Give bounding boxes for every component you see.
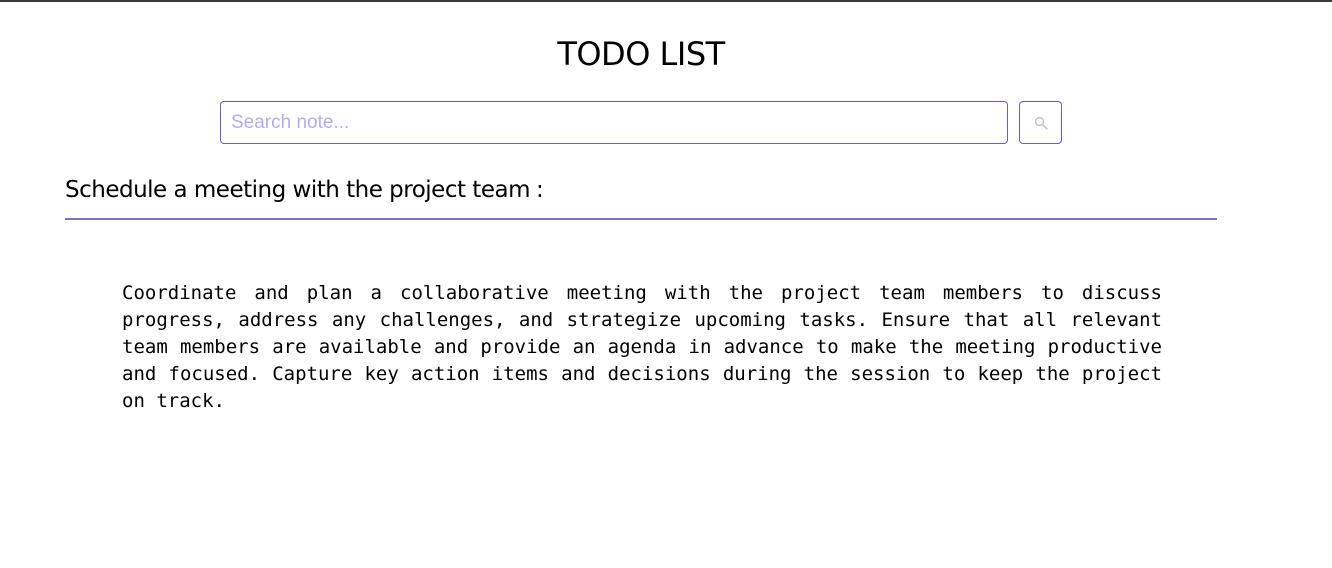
- note-title: Schedule a meeting with the project team: [65, 177, 530, 203]
- search-bar: [220, 101, 1062, 144]
- search-icon: [1034, 116, 1048, 130]
- search-button[interactable]: [1019, 101, 1062, 144]
- note-title-separator: :: [535, 177, 544, 203]
- note-card: Schedule a meeting with the project team…: [65, 174, 1217, 415]
- note-header: Schedule a meeting with the project team…: [65, 174, 1217, 220]
- page-title: TODO LIST: [557, 35, 725, 73]
- search-input[interactable]: [220, 101, 1008, 144]
- note-body: Coordinate and plan a collaborative meet…: [122, 282, 1162, 412]
